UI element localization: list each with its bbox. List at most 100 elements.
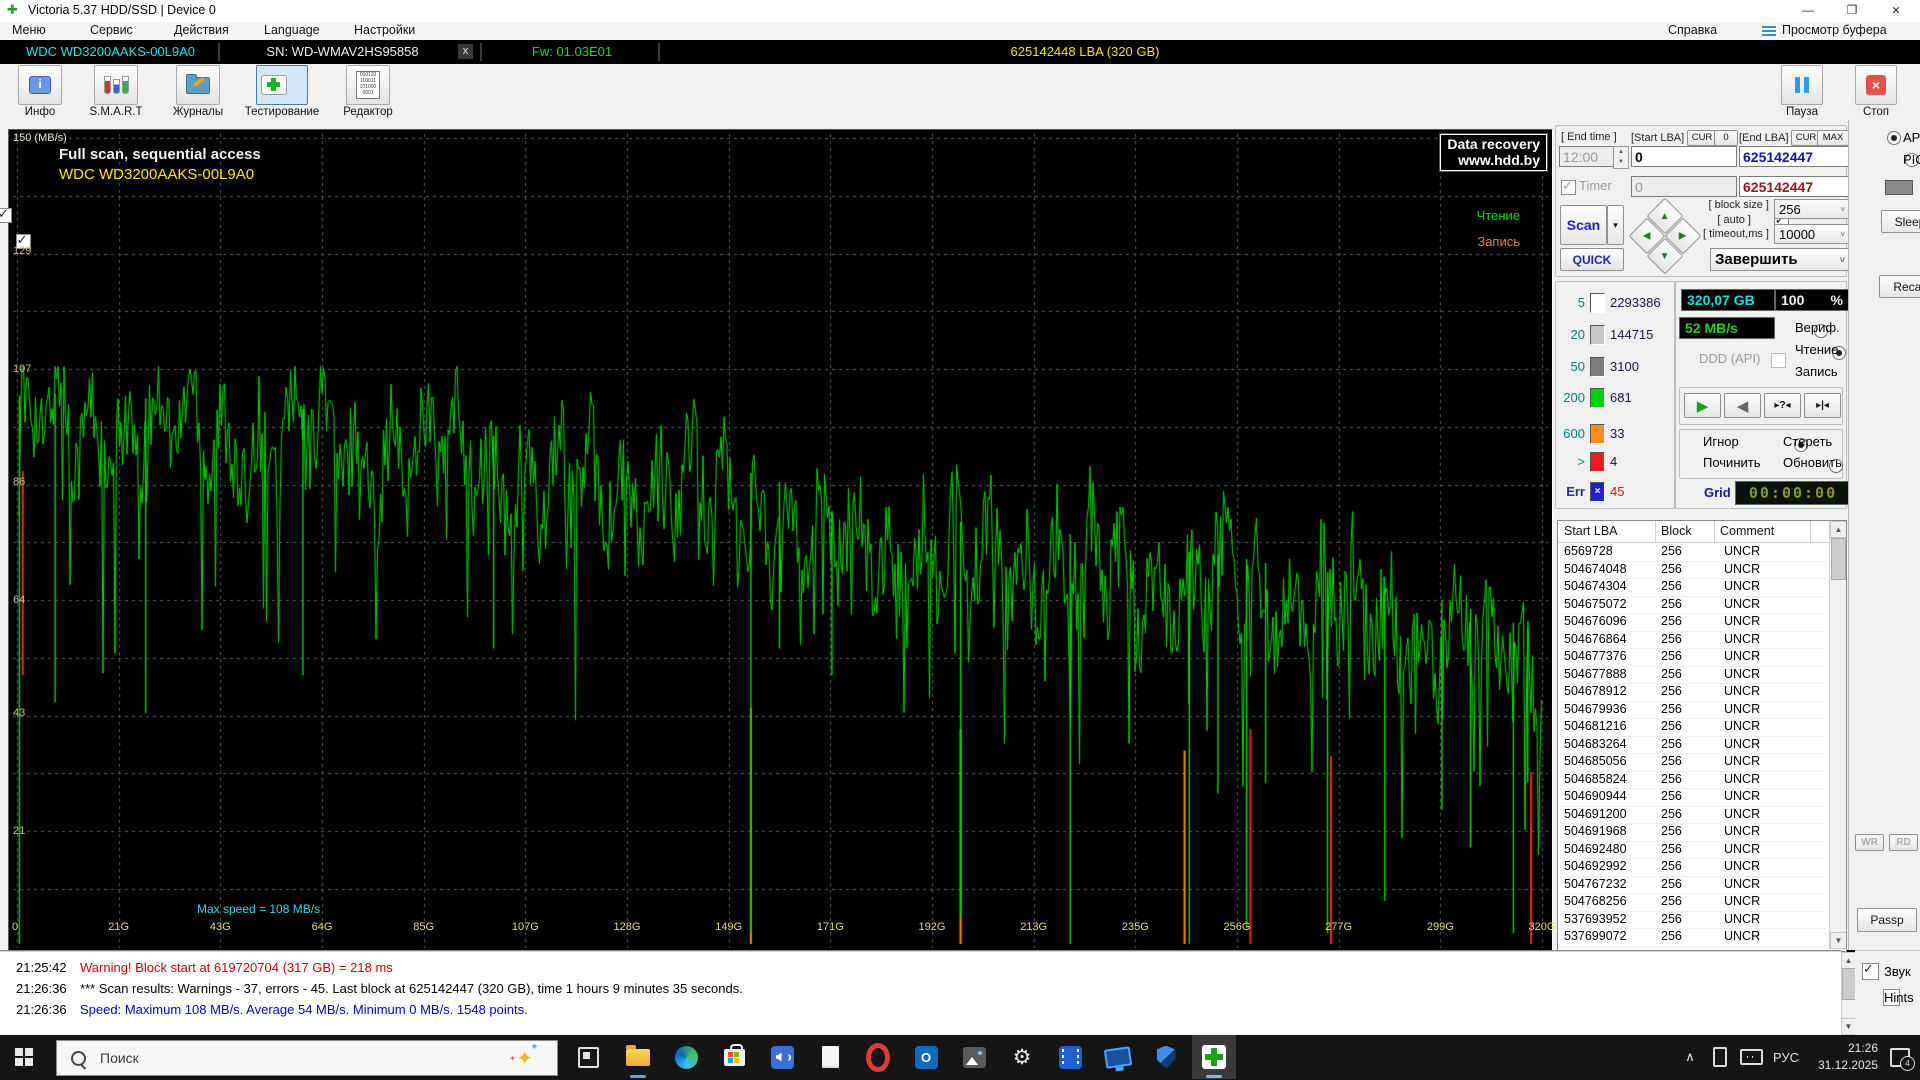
col-block[interactable]: Block (1661, 524, 1692, 538)
tray-language[interactable]: РУС (1768, 1035, 1804, 1079)
start-lba-input[interactable]: 0 (1631, 146, 1737, 167)
close-button[interactable]: × (1874, 0, 1918, 21)
end-time-field[interactable]: 12:00 (1559, 146, 1619, 167)
table-row[interactable]: 504677888256UNCR (1558, 666, 1826, 685)
table-row[interactable]: 537693952256UNCR (1558, 911, 1826, 930)
table-row[interactable]: 504677376256UNCR (1558, 648, 1826, 667)
device-serial-tab[interactable]: SN: WD-WMAV2HS95858 (230, 40, 455, 64)
pause-button[interactable]: Пауза (1772, 64, 1832, 118)
menu-item-service[interactable]: Сервис (90, 23, 133, 37)
block-color-swatch[interactable]: × (1590, 482, 1605, 502)
tray-phone-icon[interactable] (1706, 1035, 1734, 1079)
taskbar-notepad[interactable] (808, 1035, 852, 1079)
table-row[interactable]: 504692992256UNCR (1558, 858, 1826, 877)
log-row[interactable]: 21:26:36Speed: Maximum 108 MB/s. Average… (0, 1002, 1841, 1023)
block-color-swatch[interactable] (1590, 424, 1605, 444)
taskbar-opera[interactable] (856, 1035, 900, 1079)
tray-keyboard-icon[interactable] (1736, 1035, 1766, 1079)
scroll-down-icon[interactable]: ▼ (1830, 932, 1847, 949)
scan-dropdown-button[interactable]: ▾ (1607, 205, 1624, 245)
quick-button[interactable]: QUICK (1560, 248, 1624, 271)
seek-test-button[interactable]: ▸?◂ (1764, 393, 1801, 418)
table-row[interactable]: 504676096256UNCR (1558, 613, 1826, 632)
task-view-button[interactable] (566, 1035, 610, 1079)
taskbar-movies[interactable] (1048, 1035, 1092, 1079)
notification-center[interactable]: 4 (1882, 1035, 1918, 1079)
search-box[interactable]: Поиск ✦✦✦ (56, 1040, 558, 1076)
block-color-swatch[interactable] (1590, 388, 1605, 408)
col-start-lba[interactable]: Start LBA (1564, 524, 1618, 538)
table-row[interactable]: 504674304256UNCR (1558, 578, 1826, 597)
taskbar-volume-app[interactable] (760, 1035, 804, 1079)
menu-item-menu[interactable]: Меню (12, 23, 46, 37)
stop-button[interactable]: × Стоп (1846, 64, 1906, 118)
table-row[interactable]: 504691200256UNCR (1558, 806, 1826, 825)
menu-item-actions[interactable]: Действия (174, 23, 229, 37)
block-size-select[interactable]: 256˅ (1774, 199, 1850, 219)
taskbar-settings[interactable]: ⚙ (1000, 1035, 1044, 1079)
table-row[interactable]: 504691968256UNCR (1558, 823, 1826, 842)
start-button[interactable] (2, 1035, 46, 1079)
menu-item-help[interactable]: Справка (1668, 23, 1717, 37)
start-lba-secondary[interactable]: 0 (1631, 176, 1737, 197)
table-row[interactable]: 504679936256UNCR (1558, 701, 1826, 720)
table-row[interactable]: 504678912256UNCR (1558, 683, 1826, 702)
menu-item-buffer-view[interactable]: Просмотр буфера (1782, 23, 1887, 37)
tray-chevron-up[interactable]: ∧ (1676, 1035, 1704, 1079)
block-color-swatch[interactable] (1590, 452, 1605, 472)
journals-button[interactable]: Журналы (158, 64, 238, 118)
taskbar-file-explorer[interactable] (616, 1035, 660, 1079)
finish-action-select[interactable]: Завершить˅ (1710, 248, 1850, 271)
taskbar-victoria-active[interactable] (1192, 1035, 1236, 1079)
end-lba-input[interactable]: 625142447 (1739, 146, 1849, 167)
info-button[interactable]: i Инфо (0, 64, 80, 118)
scroll-up-icon[interactable]: ▲ (1841, 952, 1856, 969)
taskbar-display-app[interactable] (1096, 1035, 1140, 1079)
passp-button[interactable]: Passp (1857, 908, 1917, 932)
table-row[interactable]: 504685824256UNCR (1558, 771, 1826, 790)
table-row[interactable]: 504674048256UNCR (1558, 561, 1826, 580)
end-lba-secondary[interactable]: 625142447 (1739, 176, 1849, 197)
block-color-swatch[interactable] (1590, 293, 1605, 313)
tab-close-button[interactable]: x (458, 44, 473, 59)
start-zero-button[interactable]: 0 (1714, 130, 1738, 146)
api-radio[interactable] (1887, 131, 1901, 145)
device-model-tab[interactable]: WDC WD3200AAKS-00L9A0 (8, 40, 213, 64)
scroll-down-icon[interactable]: ▼ (1841, 1018, 1856, 1035)
ddd-checkbox[interactable] (1771, 353, 1786, 368)
table-row[interactable]: 504767232256UNCR (1558, 876, 1826, 895)
log-scrollbar[interactable]: ▲ ▼ (1841, 952, 1856, 1035)
scroll-up-icon[interactable]: ▲ (1830, 521, 1847, 538)
timeout-select[interactable]: 10000˅ (1774, 224, 1850, 244)
sleep-button[interactable]: Sleep (1881, 210, 1920, 233)
recall-button[interactable]: Recall (1879, 275, 1920, 298)
table-row[interactable]: 504676864256UNCR (1558, 631, 1826, 650)
sound-checkbox[interactable] (1862, 963, 1879, 980)
menu-item-language[interactable]: Language (264, 23, 320, 37)
taskbar-edge[interactable] (664, 1035, 708, 1079)
play-button[interactable]: ▶ (1684, 393, 1721, 418)
table-scrollbar[interactable]: ▲ ▼ (1829, 521, 1846, 949)
table-row[interactable]: 504768256256UNCR (1558, 893, 1826, 912)
block-color-swatch[interactable] (1590, 325, 1605, 345)
step-button[interactable]: ▸|◂ (1804, 393, 1841, 418)
log-row[interactable]: 21:25:42Warning! Block start at 61972070… (0, 960, 1841, 981)
table-row[interactable]: 504685056256UNCR (1558, 753, 1826, 772)
taskbar-shield-security[interactable] (1144, 1035, 1188, 1079)
timer-checkbox[interactable] (1561, 180, 1576, 195)
table-row[interactable]: 504690944256UNCR (1558, 788, 1826, 807)
table-row[interactable]: 504692480256UNCR (1558, 841, 1826, 860)
log-row[interactable]: 21:26:36*** Scan results: Warnings - 37,… (0, 981, 1841, 1002)
minimize-button[interactable]: — (1786, 0, 1830, 21)
menu-item-settings[interactable]: Настройки (354, 23, 415, 37)
back-button[interactable]: ◀ (1724, 393, 1761, 418)
scan-button[interactable]: Scan (1560, 205, 1607, 245)
table-row[interactable]: 6569728256UNCR (1558, 543, 1826, 562)
start-cur-button[interactable]: CUR (1687, 130, 1717, 146)
table-row[interactable]: 504675072256UNCR (1558, 596, 1826, 615)
table-row[interactable]: 504681216256UNCR (1558, 718, 1826, 737)
taskbar-store[interactable] (712, 1035, 756, 1079)
maximize-button[interactable]: ❐ (1830, 0, 1874, 21)
testing-button[interactable]: Тестирование (242, 64, 322, 118)
end-time-spinner[interactable]: ▲▼ (1613, 146, 1629, 169)
